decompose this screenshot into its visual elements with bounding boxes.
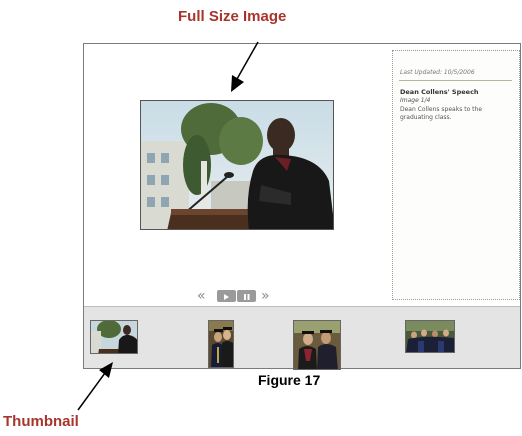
thumbnail-2[interactable] [208,320,234,368]
thumbnail-4[interactable] [405,320,455,353]
image-title: Dean Collens' Speech [400,88,479,96]
thumbnail-3[interactable] [293,320,341,370]
last-updated-text: Last Updated: 10/5/2006 [400,69,475,76]
image-info-panel: Last Updated: 10/5/2006 Dean Collens' Sp… [392,50,520,300]
info-divider [399,80,512,81]
thumbnail-1[interactable] [90,320,138,354]
full-size-image [140,100,334,230]
previous-button[interactable]: « [197,288,206,304]
pause-button[interactable] [237,290,256,302]
figure-caption: Figure 17 [258,372,321,388]
thumbnail-label: Thumbnail [3,413,79,430]
play-icon [224,294,229,300]
image-caption: Dean Collens speaks to the graduating cl… [400,106,483,121]
pause-icon [244,294,250,300]
next-button[interactable]: » [261,288,270,304]
play-button[interactable] [217,290,236,302]
arrow-thumbnail-line [77,372,106,411]
full-size-image-label: Full Size Image [178,8,287,25]
image-count: Image 1/4 [400,97,431,104]
